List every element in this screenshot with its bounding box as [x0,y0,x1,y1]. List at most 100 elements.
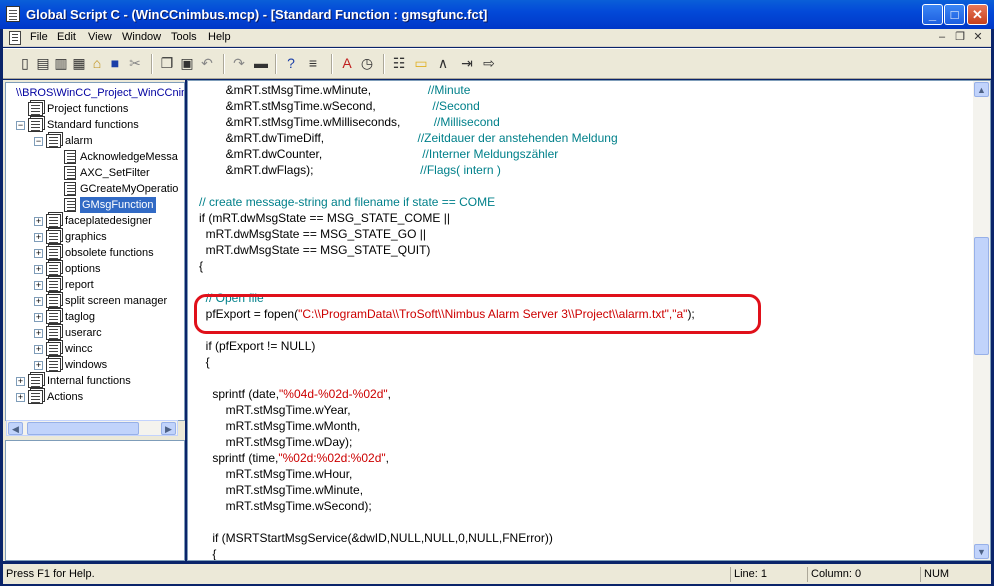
mdi-minimize-button[interactable]: – [935,31,949,44]
expand-icon[interactable]: + [34,313,43,322]
import-icon[interactable]: ⇥ [459,55,475,71]
tree-item[interactable]: Project functions [6,101,184,117]
expand-icon[interactable]: + [34,361,43,370]
tree-item[interactable]: + options [6,261,184,277]
code-string: "%02d:%02d:%02d" [278,451,386,465]
tree-item[interactable]: + wincc [6,341,184,357]
scroll-up-icon[interactable]: ▲ [974,82,989,97]
scroll-thumb[interactable] [974,237,989,355]
code-token: if (MSRTStartMsgService(&dwID,NULL,NULL,… [199,531,553,545]
tree-item[interactable]: + Actions [6,389,184,405]
undo-icon[interactable]: ↶ [199,55,215,71]
tree-item-label: GCreateMyOperatio [80,183,179,195]
scroll-down-icon[interactable]: ▼ [974,544,989,559]
close-button[interactable]: ✕ [967,4,988,25]
expand-icon[interactable]: + [34,217,43,226]
new-icon[interactable]: ▯ [17,55,33,71]
expand-icon[interactable]: + [34,297,43,306]
properties-icon[interactable]: ≡ [305,55,321,71]
open-all-icon[interactable]: ▥ [53,55,69,71]
tree-item[interactable]: + graphics [6,229,184,245]
mdi-close-button[interactable]: ✕ [971,31,985,44]
editor-vertical-scrollbar[interactable]: ▲ ▼ [973,81,990,560]
tree-item[interactable]: + report [6,277,184,293]
tree-item[interactable]: AcknowledgeMessa [6,149,184,165]
expand-icon[interactable]: + [16,377,25,386]
expand-icon[interactable]: + [34,329,43,338]
tree-item[interactable]: GCreateMyOperatio [6,181,184,197]
code-line: { [199,354,969,370]
expand-icon[interactable]: + [16,393,25,402]
export-icon[interactable]: ⇨ [481,55,497,71]
mdi-restore-button[interactable]: ❐ [953,31,967,44]
minimize-button[interactable]: _ [922,4,943,25]
tree-item[interactable]: + split screen manager [6,293,184,309]
open-icon[interactable]: ▤ [35,55,51,71]
tree-item[interactable]: AXC_SetFilter [6,165,184,181]
tree-horizontal-scrollbar[interactable]: ◀ ▶ [6,420,178,436]
menu-view[interactable]: View [88,31,112,43]
scroll-left-icon[interactable]: ◀ [8,422,23,435]
tree-item[interactable]: + Internal functions [6,373,184,389]
expand-icon[interactable]: + [34,233,43,242]
scroll-thumb[interactable] [27,422,139,435]
document-icon[interactable] [9,31,21,45]
tree-item[interactable]: + taglog [6,309,184,325]
edit-icon[interactable]: ▦ [71,55,87,71]
code-token: mRT.stMsgTime.wMinute, [199,483,364,497]
title-bar[interactable]: Global Script C - (WinCCnimbus.mcp) - [S… [0,0,994,29]
collapse-icon[interactable]: − [34,137,43,146]
tree-item-label: taglog [65,311,95,323]
expand-icon[interactable]: + [34,265,43,274]
redo-icon[interactable]: ↷ [231,55,247,71]
function-folder-icon [46,326,61,340]
menu-file[interactable]: File [30,31,48,43]
function-file-icon [64,150,76,164]
tree-item-label: Project functions [47,103,129,115]
folder-icon[interactable]: ▭ [413,55,429,71]
collapse-icon[interactable]: − [16,121,25,130]
function-folder-icon [46,294,61,308]
expand-icon[interactable]: + [34,281,43,290]
tree-item[interactable]: GMsgFunction [6,197,184,213]
tree-item[interactable]: − alarm [6,133,184,149]
maximize-button[interactable]: □ [944,4,965,25]
code-line: &mRT.stMsgTime.wMinute, //Minute [199,82,969,98]
function-list-icon[interactable]: ☷ [391,55,407,71]
tree-item[interactable]: + userarc [6,325,184,341]
expand-icon[interactable]: + [34,249,43,258]
compass-icon[interactable]: ∧ [435,55,451,71]
menu-window[interactable]: Window [122,31,161,43]
tree-item[interactable]: − Standard functions [6,117,184,133]
code-line: mRT.stMsgTime.wMinute, [199,482,969,498]
save-icon[interactable]: ■ [107,55,123,71]
expand-icon[interactable]: + [34,345,43,354]
function-tree[interactable]: \\BROS\WinCC_Project_WinCCnim Project fun… [5,82,185,421]
code-token: &mRT.dwTimeDiff, [199,131,418,145]
menu-edit[interactable]: Edit [57,31,76,43]
compile-icon[interactable]: ▬ [253,55,269,71]
code-token: , [387,387,391,401]
help-pointer-icon[interactable]: ? [283,55,299,71]
tree-root[interactable]: \\BROS\WinCC_Project_WinCCnim [16,85,184,101]
paste-icon[interactable]: ▣ [179,55,195,71]
tree-item[interactable]: + obsolete functions [6,245,184,261]
function-folder-icon [46,230,61,244]
tree-item[interactable]: + windows [6,357,184,373]
menu-tools[interactable]: Tools [171,31,197,43]
tree-item-label: wincc [65,343,93,355]
code-line: &mRT.dwCounter, //Interner Meldungszähle… [199,146,969,162]
folder-open-icon[interactable]: ⌂ [89,55,105,71]
function-folder-icon [46,262,61,276]
tree-item[interactable]: + faceplatedesigner [6,213,184,229]
cut-icon[interactable]: ✂ [127,55,143,71]
function-folder-icon [46,214,61,228]
tree-item-label: graphics [65,231,107,243]
code-line: mRT.stMsgTime.wSecond); [199,498,969,514]
menu-help[interactable]: Help [208,31,231,43]
font-color-icon[interactable]: A [339,55,355,71]
code-editor[interactable]: &mRT.stMsgTime.wMinute, //Minute &mRT.st… [187,80,991,561]
scroll-right-icon[interactable]: ▶ [161,422,176,435]
clock-icon[interactable]: ◷ [359,55,375,71]
copy-icon[interactable]: ❐ [159,55,175,71]
